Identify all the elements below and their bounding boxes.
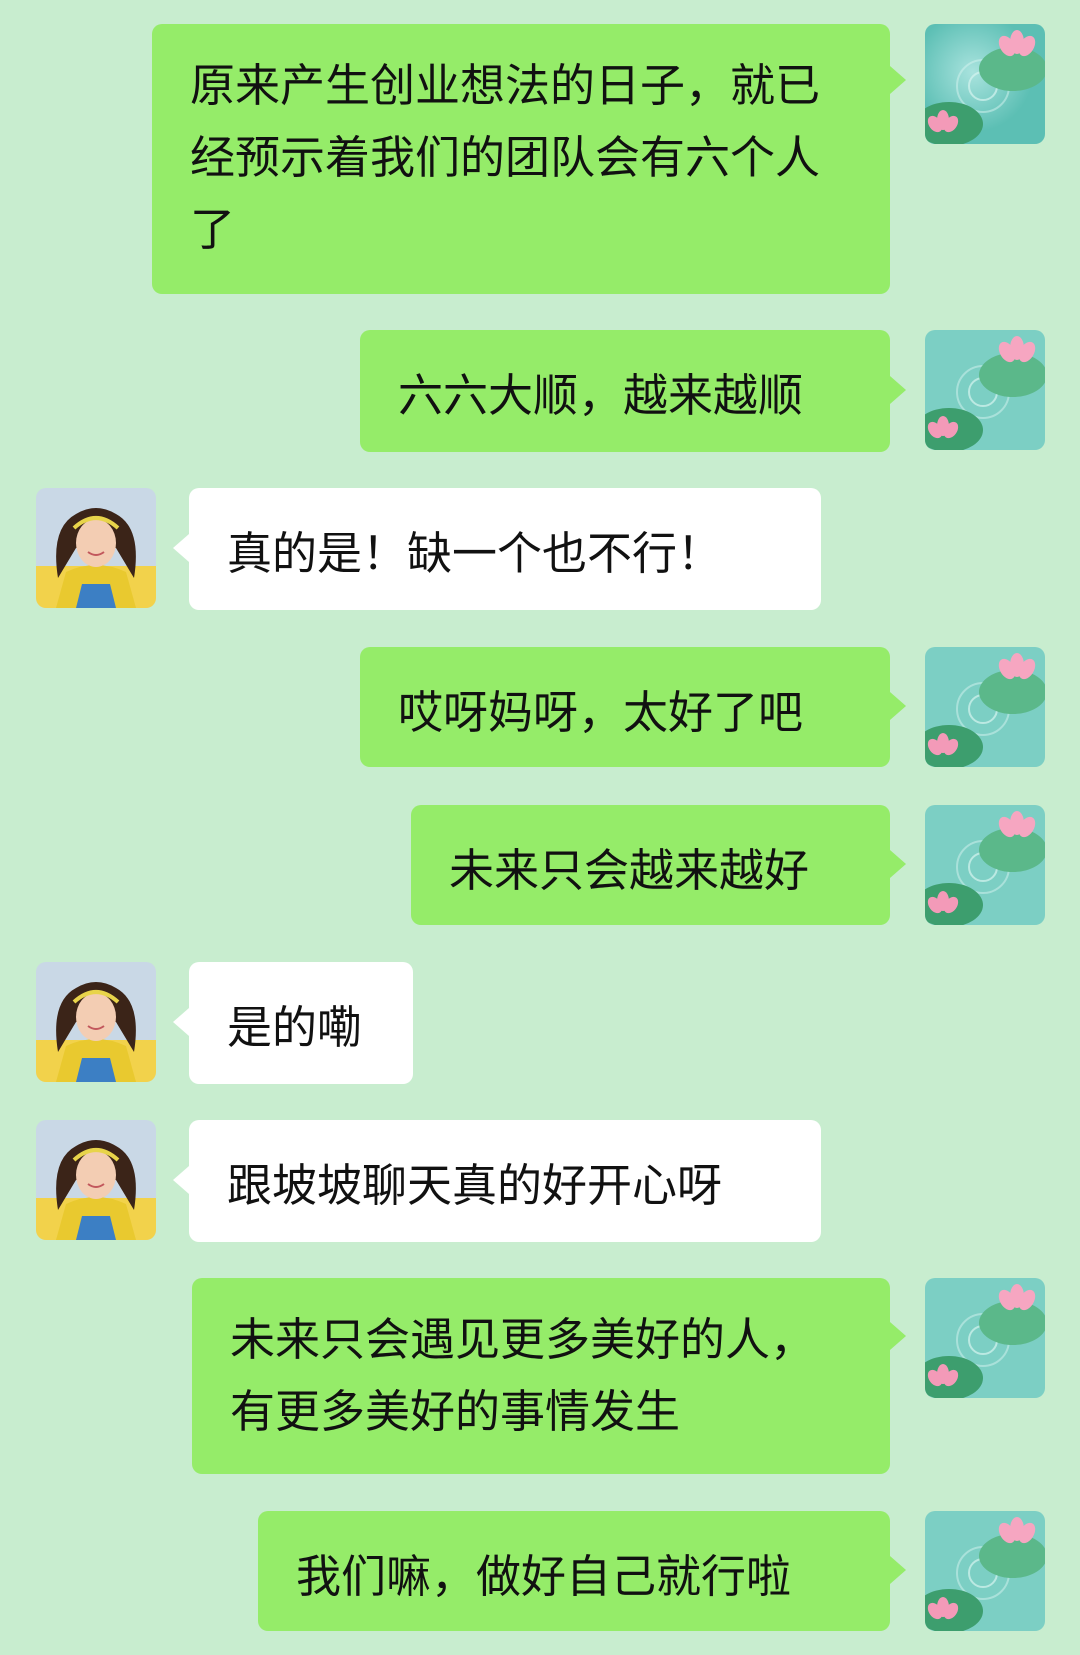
bubble-tail <box>890 66 906 94</box>
bubble-tail <box>890 1322 906 1350</box>
bubble-tail <box>890 692 906 720</box>
lotus-pond-avatar[interactable] <box>925 24 1045 144</box>
message-bubble[interactable]: 跟坡坡聊天真的好开心呀 <box>189 1120 821 1242</box>
message-bubble[interactable]: 未来只会越来越好 <box>411 805 890 925</box>
message-bubble[interactable]: 未来只会遇见更多美好的人，有更多美好的事情发生 <box>192 1278 890 1474</box>
message-bubble[interactable]: 是的嘞 <box>189 962 413 1084</box>
message-bubble[interactable]: 我们嘛，做好自己就行啦 <box>258 1511 890 1631</box>
message-bubble[interactable]: 哎呀妈呀，太好了吧 <box>360 647 890 767</box>
lotus-pond-avatar[interactable] <box>925 330 1045 450</box>
girl-portrait-avatar[interactable] <box>36 1120 156 1240</box>
girl-portrait-avatar[interactable] <box>36 962 156 1082</box>
lotus-pond-avatar[interactable] <box>925 805 1045 925</box>
bubble-tail <box>173 534 189 562</box>
lotus-pond-avatar[interactable] <box>925 1278 1045 1398</box>
girl-portrait-avatar[interactable] <box>36 488 156 608</box>
lotus-pond-avatar[interactable] <box>925 647 1045 767</box>
message-bubble[interactable]: 真的是！缺一个也不行！ <box>189 488 821 610</box>
bubble-tail <box>890 376 906 404</box>
bubble-tail <box>173 1008 189 1036</box>
bubble-tail <box>890 1556 906 1584</box>
message-bubble[interactable]: 六六大顺，越来越顺 <box>360 330 890 452</box>
lotus-pond-avatar[interactable] <box>925 1511 1045 1631</box>
bubble-tail <box>173 1166 189 1194</box>
message-bubble[interactable]: 原来产生创业想法的日子，就已经预示着我们的团队会有六个人了 <box>152 24 890 294</box>
bubble-tail <box>890 850 906 878</box>
